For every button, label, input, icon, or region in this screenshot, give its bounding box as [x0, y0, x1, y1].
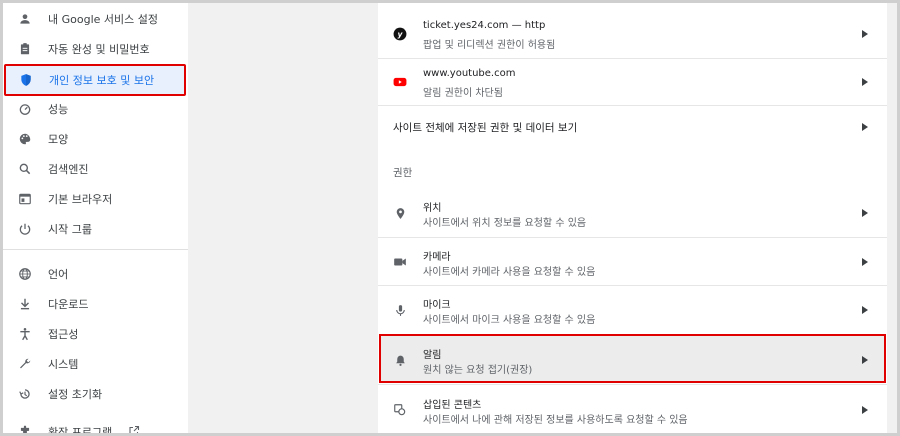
permission-title: 위치	[423, 203, 442, 214]
sidebar-gutter	[188, 3, 378, 433]
permission-row-microphone[interactable]: 마이크 사이트에서 마이크 사용을 요청할 수 있음	[378, 285, 887, 333]
site-row-yes24[interactable]: y ticket.yes24.com — http 팝업 및 리디렉션 권한이 …	[378, 11, 887, 58]
open-in-new-icon	[128, 425, 140, 433]
settings-main-panel: y ticket.yes24.com — http 팝업 및 리디렉션 권한이 …	[378, 3, 887, 433]
sidebar-item-default-browser[interactable]: 기본 브라우저	[3, 184, 188, 214]
globe-icon	[17, 266, 33, 282]
sidebar-item-label: 내 Google 서비스 설정	[48, 13, 158, 26]
sidebar-item-reset[interactable]: 설정 초기화	[3, 379, 188, 409]
chevron-right-icon	[861, 405, 869, 415]
sidebar-item-label: 자동 완성 및 비밀번호	[48, 43, 150, 56]
right-gutter	[887, 3, 897, 433]
permission-subtitle: 사이트에서 나에 관해 저장된 정보를 사용하도록 요청할 수 있음	[423, 415, 688, 426]
accessibility-icon	[17, 326, 33, 342]
puzzle-icon	[17, 424, 33, 433]
sidebar-item-appearance[interactable]: 모양	[3, 124, 188, 154]
permission-row-location[interactable]: 위치 사이트에서 위치 정보를 요청할 수 있음	[378, 189, 887, 237]
chevron-right-icon	[861, 257, 869, 267]
permission-row-notifications[interactable]: 알림 원치 않는 요청 접기(권장)	[379, 334, 886, 383]
wrench-icon	[17, 356, 33, 372]
bell-icon	[392, 352, 408, 368]
sidebar-item-label: 성능	[48, 103, 69, 116]
permission-row-camera[interactable]: 카메라 사이트에서 카메라 사용을 요청할 수 있음	[378, 237, 887, 285]
sidebar-item-downloads[interactable]: 다운로드	[3, 289, 188, 319]
sidebar-item-label: 설정 초기화	[48, 388, 103, 401]
embedded-content-icon	[392, 402, 408, 418]
sidebar-item-accessibility[interactable]: 접근성	[3, 319, 188, 349]
permission-title: 마이크	[423, 300, 451, 311]
sidebar-item-autofill[interactable]: 자동 완성 및 비밀번호	[3, 34, 188, 64]
download-icon	[17, 296, 33, 312]
all-sites-row[interactable]: 사이트 전체에 저장된 권한 및 데이터 보기	[378, 105, 887, 148]
location-icon	[392, 205, 408, 221]
sidebar-item-label: 언어	[48, 268, 69, 281]
chevron-right-icon	[861, 305, 869, 315]
sidebar-item-label: 개인 정보 보호 및 보안	[49, 74, 155, 87]
person-icon	[17, 11, 33, 27]
sidebar-item-on-startup[interactable]: 시작 그룹	[3, 214, 188, 244]
browser-icon	[17, 191, 33, 207]
site-subtitle: 팝업 및 리디렉션 권한이 허용됨	[423, 40, 556, 51]
sidebar-item-languages[interactable]: 언어	[3, 259, 188, 289]
site-row-youtube[interactable]: www.youtube.com 알림 권한이 차단됨	[378, 58, 887, 105]
sidebar-divider	[3, 249, 188, 250]
sidebar-item-extensions[interactable]: 확장 프로그램	[3, 417, 188, 433]
search-icon	[17, 161, 33, 177]
speedometer-icon	[17, 101, 33, 117]
chevron-right-icon	[861, 122, 869, 132]
shield-icon	[18, 72, 34, 88]
permission-subtitle: 사이트에서 마이크 사용을 요청할 수 있음	[423, 315, 596, 326]
sidebar-item-system[interactable]: 시스템	[3, 349, 188, 379]
permission-title: 삽입된 콘텐츠	[423, 400, 482, 411]
camera-icon	[392, 254, 408, 270]
settings-sidebar: 내 Google 서비스 설정 자동 완성 및 비밀번호 개인 정보 보호 및 …	[3, 3, 188, 433]
chevron-right-icon	[861, 77, 869, 87]
permission-title: 카메라	[423, 252, 451, 263]
permission-subtitle: 원치 않는 요청 접기(권장)	[423, 365, 533, 376]
sidebar-item-label: 기본 브라우저	[48, 193, 113, 206]
permission-title: 알림	[423, 350, 442, 361]
chevron-right-icon	[861, 355, 869, 365]
sidebar-item-label: 시작 그룹	[48, 223, 92, 236]
permission-subtitle: 사이트에서 카메라 사용을 요청할 수 있음	[423, 267, 596, 278]
history-icon	[17, 386, 33, 402]
youtube-favicon-icon	[392, 74, 408, 90]
sidebar-item-label: 시스템	[48, 358, 79, 371]
yes24-favicon-icon: y	[392, 26, 408, 42]
sidebar-item-performance[interactable]: 성능	[3, 94, 188, 124]
permission-row-embedded-content[interactable]: 삽입된 콘텐츠 사이트에서 나에 관해 저장된 정보를 사용하도록 요청할 수 …	[378, 384, 887, 433]
permission-subtitle: 사이트에서 위치 정보를 요청할 수 있음	[423, 218, 587, 229]
power-icon	[17, 221, 33, 237]
sidebar-item-label: 다운로드	[48, 298, 89, 311]
all-sites-label: 사이트 전체에 저장된 권한 및 데이터 보기	[393, 122, 578, 134]
chevron-right-icon	[861, 208, 869, 218]
site-subtitle: 알림 권한이 차단됨	[423, 88, 503, 99]
site-title: ticket.yes24.com — http	[423, 20, 546, 31]
sidebar-item-label: 검색엔진	[48, 163, 89, 176]
sidebar-item-google-services[interactable]: 내 Google 서비스 설정	[3, 4, 188, 34]
chevron-right-icon	[861, 29, 869, 39]
site-title: www.youtube.com	[423, 68, 516, 79]
sidebar-item-label: 확장 프로그램	[48, 426, 113, 433]
permissions-section-header: 권한	[393, 167, 413, 179]
palette-icon	[17, 131, 33, 147]
sidebar-item-privacy-security[interactable]: 개인 정보 보호 및 보안	[4, 64, 186, 96]
clipboard-icon	[17, 41, 33, 57]
sidebar-item-label: 접근성	[48, 328, 79, 341]
sidebar-item-label: 모양	[48, 133, 69, 146]
microphone-icon	[392, 302, 408, 318]
sidebar-item-search-engine[interactable]: 검색엔진	[3, 154, 188, 184]
